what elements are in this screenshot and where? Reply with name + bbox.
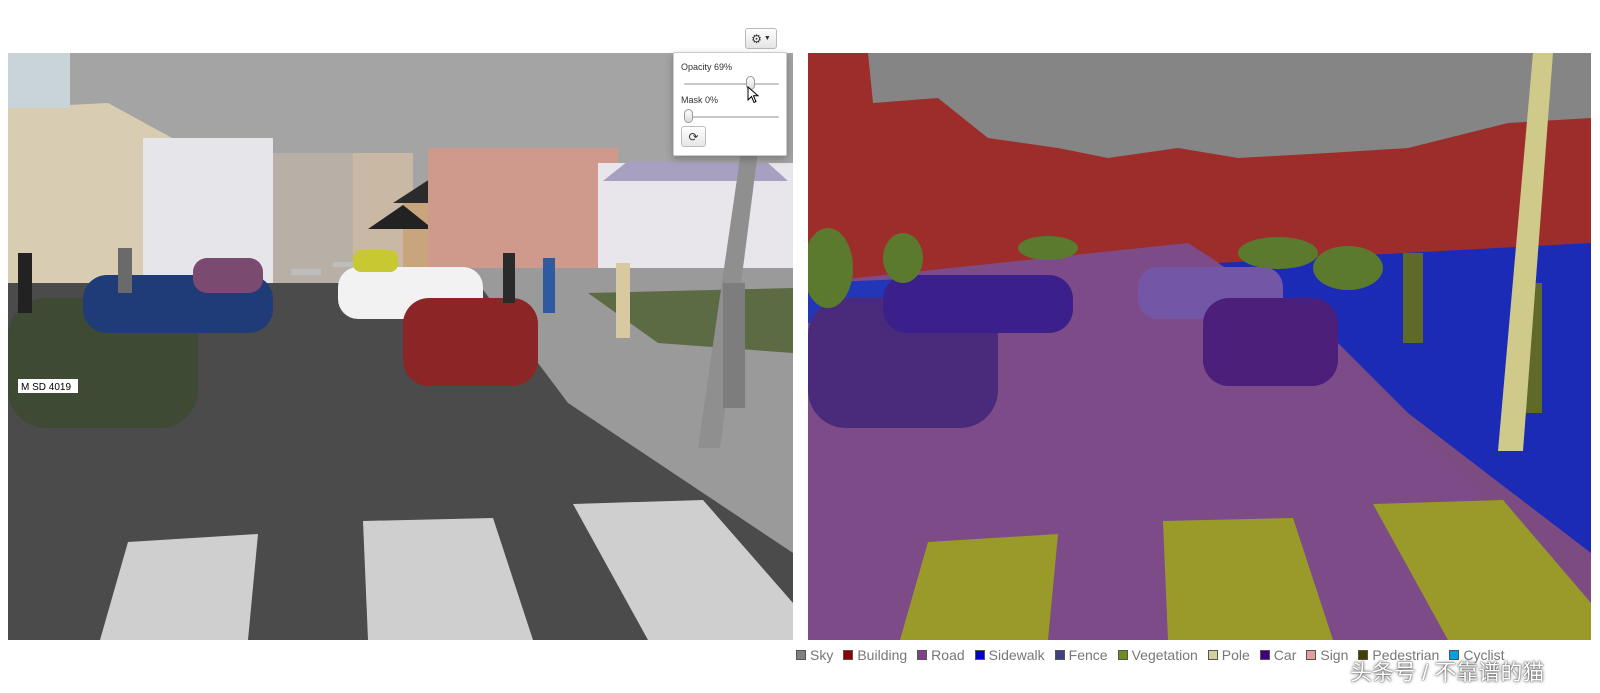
legend-label: Car — [1273, 647, 1297, 663]
legend-label: Pole — [1221, 647, 1250, 663]
caret-down-icon: ▼ — [763, 35, 771, 42]
legend-label: Road — [931, 647, 965, 663]
legend-swatch — [1207, 650, 1218, 660]
settings-button[interactable]: ⚙ ▼ — [745, 28, 777, 49]
opacity-label: Opacity 69% — [681, 62, 733, 72]
legend-swatch — [917, 650, 928, 660]
legend-item-pole: Pole — [1207, 647, 1250, 663]
legend-swatch — [1117, 650, 1128, 660]
legend-label: Vegetation — [1131, 647, 1198, 663]
legend-item-car: Car — [1259, 647, 1297, 663]
legend-item-sky: Sky — [796, 647, 833, 663]
legend-swatch — [1054, 650, 1065, 660]
mask-slider[interactable] — [683, 109, 779, 123]
legend-label: Sky — [810, 647, 834, 663]
legend-swatch — [1259, 650, 1270, 660]
legend-item-building: Building — [843, 647, 907, 663]
refresh-icon: ⟳ — [688, 129, 699, 144]
legend-label: Sidewalk — [988, 647, 1045, 663]
legend-item-fence: Fence — [1054, 647, 1108, 663]
refresh-button[interactable]: ⟳ — [681, 126, 706, 147]
legend-label: Fence — [1068, 647, 1108, 663]
segmentation-mask — [808, 53, 1591, 640]
legend-swatch — [974, 650, 985, 660]
settings-dropdown: Opacity 69% Mask 0% ⟳ — [673, 52, 787, 156]
legend-swatch — [843, 650, 854, 660]
svg-text:M SD 4019: M SD 4019 — [21, 382, 71, 393]
legend-swatch — [1306, 650, 1317, 660]
mouse-cursor-icon — [747, 86, 760, 104]
opacity-slider[interactable] — [684, 76, 779, 90]
mask-label: Mask 0% — [681, 95, 719, 105]
legend-item-sidewalk: Sidewalk — [974, 647, 1045, 663]
legend-item-road: Road — [917, 647, 965, 663]
legend-label: Sign — [1320, 647, 1349, 663]
mask-slider-handle[interactable] — [683, 109, 693, 123]
legend-label: Building — [857, 647, 908, 663]
watermark-text: 头条号 / 不靠谱的猫 — [1350, 660, 1545, 685]
legend-item-vegetation: Vegetation — [1117, 647, 1198, 663]
legend-item-sign: Sign — [1306, 647, 1348, 663]
legend-swatch — [796, 650, 806, 660]
gear-icon: ⚙ — [751, 31, 762, 46]
segmentation-overlay-image — [808, 53, 1591, 640]
